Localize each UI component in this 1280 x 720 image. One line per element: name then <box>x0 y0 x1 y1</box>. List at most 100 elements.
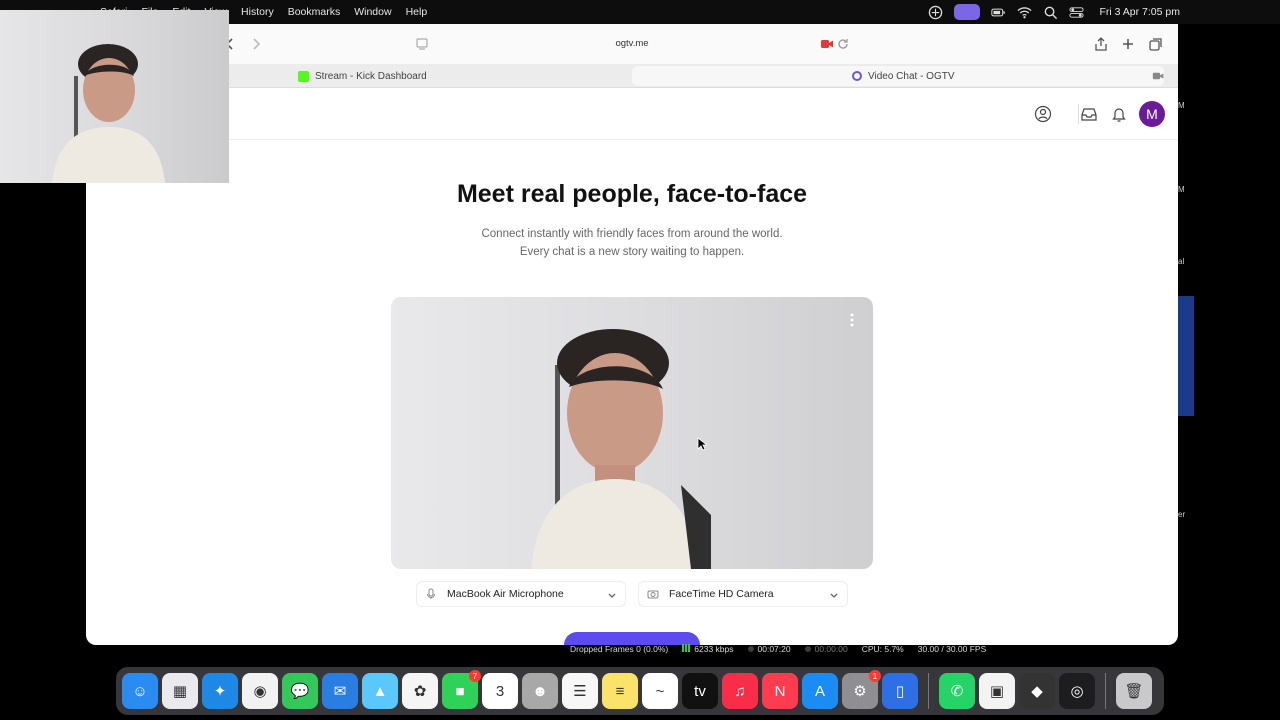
dock-app-launchpad[interactable]: ▦ <box>162 673 198 709</box>
menu-history[interactable]: History <box>241 6 274 18</box>
dock-app-obs[interactable]: ◎ <box>1059 673 1095 709</box>
dock-app-omt-tv[interactable]: ▣ <box>979 673 1015 709</box>
user-search-icon[interactable] <box>1034 105 1052 123</box>
camera-select[interactable]: FaceTime HD Camera <box>638 581 848 607</box>
dock-app-app-store[interactable]: A <box>802 673 838 709</box>
microphone-select[interactable]: MacBook Air Microphone <box>416 581 626 607</box>
hero-subtitle-line-2: Every chat is a new story waiting to hap… <box>519 246 745 258</box>
screen: Safari File Edit View History Bookmarks … <box>0 0 1280 720</box>
tab-video-chat[interactable]: Video Chat - OGTV <box>852 64 955 88</box>
page-title: Meet real people, face-to-face <box>456 180 808 208</box>
whatsapp-icon: ✆ <box>950 683 964 700</box>
reload-icon[interactable] <box>835 36 851 52</box>
dock-app-system-settings[interactable]: ⚙ 1 <box>842 670 881 709</box>
stream-stats-bar: Dropped Frames 0 (0.0%) 6233 kbps 00:07:… <box>570 641 986 657</box>
dock-app-mail[interactable]: ✉ <box>322 673 358 709</box>
trash-icon: 🗑 <box>1124 683 1144 700</box>
new-tab-icon[interactable] <box>1120 36 1136 52</box>
self-video-preview <box>391 297 873 569</box>
messages-icon: 💬 <box>290 683 310 700</box>
menu-help[interactable]: Help <box>406 6 428 18</box>
finder-icon: ☺ <box>132 682 148 700</box>
bitrate-value: 6233 kbps <box>694 644 734 654</box>
maps-icon: ▲ <box>372 682 388 700</box>
more-options-icon[interactable] <box>847 313 857 327</box>
microphone-icon <box>427 588 435 599</box>
system-settings-icon: ⚙ <box>853 683 867 700</box>
dock-app-music[interactable]: ♫ <box>722 673 758 709</box>
hero-subtitle-line-1: Connect instantly with friendly faces fr… <box>481 228 783 240</box>
edge-text-fragment: er <box>1178 510 1186 519</box>
menu-window[interactable]: Window <box>354 6 391 18</box>
kick-icon <box>298 70 309 82</box>
background-window-fragment <box>1178 296 1194 416</box>
chevron-down-icon <box>608 593 616 598</box>
stream-timer: 00:07:20 <box>747 644 791 654</box>
avatar[interactable]: M <box>1139 101 1165 127</box>
status-area: Fri 3 Apr 7:05 pm <box>928 0 1180 24</box>
ogtv-icon <box>852 71 862 81</box>
battery-icon[interactable] <box>991 5 1006 20</box>
launchpad-icon: ▦ <box>172 683 188 700</box>
dock-app-calendar[interactable]: 3 <box>482 673 518 709</box>
address-bar[interactable]: ogtv.me <box>86 38 1178 49</box>
accessibility-icon[interactable] <box>928 5 943 20</box>
chrome-icon: ◉ <box>253 683 267 700</box>
inbox-icon[interactable] <box>1080 105 1098 123</box>
microphone-select-value: MacBook Air Microphone <box>447 588 564 600</box>
camera-recording-icon[interactable] <box>819 36 835 52</box>
dock-app-photos[interactable]: ✿ <box>402 673 438 709</box>
apple-tv-icon: tv <box>694 682 706 700</box>
dock-app-notes[interactable]: ≡ <box>602 673 638 709</box>
stream-dot-icon <box>747 646 754 652</box>
menu-bookmarks[interactable]: Bookmarks <box>288 6 341 18</box>
obs-icon: ◎ <box>1070 683 1084 700</box>
dock-app-apple-tv[interactable]: tv <box>682 673 718 709</box>
dock-app-iphone-mirroring[interactable]: ▯ <box>882 673 918 709</box>
bell-icon[interactable] <box>1110 105 1128 123</box>
dock: ☺ ▦ ✦ ◉ 💬 ✉ ▲ ✿ ■ 7 3 ☻ ☰ ≡ ~ tv ♫ N A ⚙ 1 ▯ ✆ ▣ ◆ ◎ 🗑 <box>116 667 1164 715</box>
tab-label: Video Chat - OGTV <box>868 70 955 82</box>
facetime-icon: ■ <box>455 682 465 700</box>
dock-app-trash[interactable]: 🗑 <box>1116 673 1152 709</box>
edge-text-fragment: al <box>1178 257 1185 266</box>
signal-bars-icon <box>682 644 691 652</box>
reminders-icon: ☰ <box>573 683 587 700</box>
dock-app-finder[interactable]: ☺ <box>122 673 158 709</box>
omt-tv-icon: ▣ <box>989 683 1005 700</box>
edge-text-fragment: M <box>1178 101 1185 110</box>
tab-overview-icon[interactable] <box>1148 36 1164 52</box>
menubar-clock[interactable]: Fri 3 Apr 7:05 pm <box>1099 6 1180 18</box>
dock-app-safari[interactable]: ✦ <box>202 673 238 709</box>
dock-app-messages[interactable]: 💬 <box>282 673 318 709</box>
bitrate-indicator: 6233 kbps <box>682 644 734 654</box>
tab-camera-icon[interactable] <box>1152 70 1165 82</box>
share-icon[interactable] <box>1093 36 1109 52</box>
site-header: M <box>86 88 1178 140</box>
tab-label: Stream - Kick Dashboard <box>315 70 427 82</box>
dock-app-maps[interactable]: ▲ <box>362 673 398 709</box>
music-icon: ♫ <box>734 682 746 700</box>
dock-app-contacts[interactable]: ☻ <box>522 673 558 709</box>
tab-kick-dashboard[interactable]: Stream - Kick Dashboard <box>298 64 427 88</box>
record-timer: 00:00:00 <box>804 644 848 654</box>
screen-share-icon[interactable] <box>954 4 981 20</box>
camera-icon <box>647 590 659 599</box>
webcam-person-silhouette <box>52 44 165 183</box>
search-icon[interactable] <box>1043 5 1058 20</box>
dock-app-chrome[interactable]: ◉ <box>242 673 278 709</box>
photos-icon: ✿ <box>413 683 427 700</box>
dock-app-reminders[interactable]: ☰ <box>562 673 598 709</box>
control-center-icon[interactable] <box>1069 5 1084 20</box>
dock-app-racing-game[interactable]: ◆ <box>1019 673 1055 709</box>
dock-app-news[interactable]: N <box>762 673 798 709</box>
header-divider <box>1078 104 1079 124</box>
dock-app-facetime[interactable]: ■ 7 <box>442 670 481 709</box>
contacts-icon: ☻ <box>532 682 548 700</box>
dock-app-whatsapp[interactable]: ✆ <box>939 673 975 709</box>
freeform-icon: ~ <box>655 682 665 700</box>
camera-select-value: FaceTime HD Camera <box>669 588 774 600</box>
wifi-icon[interactable] <box>1017 5 1032 20</box>
dock-app-freeform[interactable]: ~ <box>642 673 678 709</box>
record-time-value: 00:00:00 <box>814 644 848 654</box>
